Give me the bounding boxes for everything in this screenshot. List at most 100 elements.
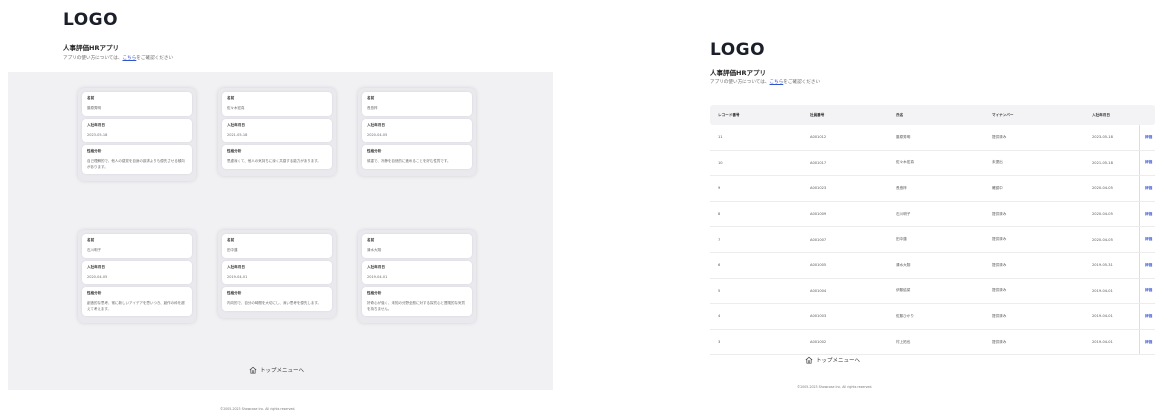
page-subtitle: アプリの使い方については、こちらをご確認ください xyxy=(63,55,173,61)
field-label: 性格分析 xyxy=(227,291,242,295)
table-row[interactable]: 7 A001007 田中蓮 提供済み 2020-04-05 評価 xyxy=(710,227,1155,253)
name-field: 名前 佐々木宏真 xyxy=(222,92,332,116)
employee-card-grid: 名前 藤原秀明 入社年月日 2023-05-18 性格分析 自己理解的で、他人の感覚を自身… xyxy=(78,88,478,358)
cell-record: 11 xyxy=(718,135,723,140)
page-title: 人事評価HRアプリ xyxy=(63,44,119,52)
cell-hire-date: 2020-04-05 xyxy=(1092,212,1113,217)
cell-name: 村上拓也 xyxy=(896,339,911,344)
cell-mynumber: 提供済み xyxy=(992,313,1007,318)
hire-date-field: 入社年月日 2019-04-01 xyxy=(222,260,332,284)
field-value: 2021-05-18 xyxy=(227,132,248,137)
copyright: ©2005-2023 Showcase Inc. All rights rese… xyxy=(220,407,296,411)
cell-name: 藤原秀明 xyxy=(896,134,911,139)
column-header-employee-no[interactable]: 社員番号 xyxy=(810,113,896,118)
cell-record: 6 xyxy=(718,263,721,268)
field-value: 2020-04-05 xyxy=(87,274,108,279)
field-label: 入社年月日 xyxy=(367,122,385,127)
field-label: 入社年月日 xyxy=(227,264,245,269)
cell-mynumber: 提供済み xyxy=(992,262,1007,267)
field-value: 藤原秀明 xyxy=(87,106,101,110)
field-value: 思慮深くて、他人の気持ちに深く共感する能力があります。 xyxy=(227,159,321,163)
field-value: 清水大翔 xyxy=(367,248,381,252)
table-row[interactable]: 10 A001017 佐々木宏真 未提出 2021-05-18 評価 xyxy=(710,150,1155,177)
evaluate-link[interactable]: 評価 xyxy=(1145,160,1152,165)
analysis-field: 性格分析 慎重で、冷静を自然的に進めることを好む性質です。 xyxy=(362,145,472,169)
subtitle-text-after: をご確認ください xyxy=(783,80,821,85)
cell-mynumber: 提供済み xyxy=(992,339,1007,344)
subtitle-text-after: をご確認ください xyxy=(136,56,174,61)
cell-record: 4 xyxy=(718,314,721,319)
table-row[interactable]: 9 A001023 長島梓 確認中 2020-04-05 評価 xyxy=(710,176,1155,202)
column-header-hire-date[interactable]: 入社年月日 xyxy=(1092,113,1139,118)
field-label: 名前 xyxy=(227,96,235,100)
field-value: 創造的な思考、常に新しいアイデアを思いつき、創作の枠を超えて考えます。 xyxy=(87,301,185,311)
logo[interactable]: LOGO xyxy=(63,10,118,30)
table-row[interactable]: 5 A001004 伊藤結菜 提供済み 2019-04-01 評価 xyxy=(710,278,1155,305)
employee-card[interactable]: 名前 藤原秀明 入社年月日 2023-05-18 性格分析 自己理解的で、他人の感覚を自身… xyxy=(78,88,196,181)
name-field: 名前 長島梓 xyxy=(362,92,472,116)
cell-employee-no: A001009 xyxy=(810,212,827,217)
hire-date-field: 入社年月日 2020-04-05 xyxy=(82,260,192,284)
table-row[interactable]: 11 A001012 藤原秀明 提供済み 2023-05-18 評価 xyxy=(710,125,1155,151)
employee-card[interactable]: 名前 長島梓入社年月日 2020-04-05 性格分析 慎重で、冷静を自然的に進めること… xyxy=(358,88,476,176)
copyright: ©2005-2023 Showcase Inc. All rights rese… xyxy=(797,385,873,389)
help-link[interactable]: こちら xyxy=(770,80,784,85)
employee-card[interactable]: 名前 佐々木宏真 入社年月日 2021-05-18 性格分析 思慮深くて、他人の気持ちに深… xyxy=(218,88,336,176)
cell-name: 石川明子 xyxy=(896,211,911,216)
edit-cell: 評価 xyxy=(1139,125,1155,150)
top-menu-link[interactable]: トップメニューへ xyxy=(249,366,304,374)
logo[interactable]: LOGO xyxy=(710,40,765,60)
evaluate-link[interactable]: 評価 xyxy=(1145,135,1152,140)
name-field: 名前 石川明子 xyxy=(82,234,192,258)
edit-cell: 評価 xyxy=(1139,176,1155,201)
evaluate-link[interactable]: 評価 xyxy=(1145,212,1152,217)
cell-hire-date: 2020-04-05 xyxy=(1092,186,1113,191)
cell-mynumber: 提供済み xyxy=(992,211,1007,216)
name-field: 名前 清水大翔 xyxy=(362,234,472,258)
field-value: 2020-04-05 xyxy=(367,132,388,137)
cell-record: 8 xyxy=(718,212,721,217)
cell-name: 田中蓮 xyxy=(896,237,907,242)
employee-card[interactable]: 名前 清水大翔 入社年月日 2019-04-01 性格分析 好奇心が強く、未知の分野全般に… xyxy=(358,230,476,323)
field-label: 名前 xyxy=(227,238,235,242)
column-header-mynumber[interactable]: マイナンバー xyxy=(992,113,1092,118)
field-value: 田中蓮 xyxy=(227,248,238,252)
field-label: 名前 xyxy=(87,96,95,100)
edit-cell: 評価 xyxy=(1139,227,1155,252)
cell-name: 佐藤ひかり xyxy=(896,313,914,318)
table-row[interactable]: 4 A001003 佐藤ひかり 提供済み 2019-04-01 評価 xyxy=(710,304,1155,330)
evaluate-link[interactable]: 評価 xyxy=(1145,288,1152,293)
evaluate-link[interactable]: 評価 xyxy=(1145,237,1152,242)
page-title: 人事評価HRアプリ xyxy=(710,69,766,77)
home-icon xyxy=(805,356,813,364)
field-label: 入社年月日 xyxy=(87,264,105,269)
table-row[interactable]: 3 A001002 村上拓也 提供済み 2019-04-01 評価 xyxy=(710,329,1155,356)
edit-cell: 評価 xyxy=(1139,278,1155,304)
field-label: 性格分析 xyxy=(87,291,102,295)
cell-mynumber: 未提出 xyxy=(992,160,1003,165)
hire-date-field: 入社年月日 2019-04-01 xyxy=(362,260,472,284)
cell-employee-no: A001017 xyxy=(810,160,827,165)
cell-hire-date: 2019-04-01 xyxy=(1092,314,1113,319)
evaluate-link[interactable]: 評価 xyxy=(1145,186,1152,191)
table-row[interactable]: 6 A001005 清水大翔 提供済み 2019-05-31 評価 xyxy=(710,252,1155,279)
cell-mynumber: 提供済み xyxy=(992,288,1007,293)
cell-name: 長島梓 xyxy=(896,185,907,190)
cell-name: 清水大翔 xyxy=(896,262,911,267)
employee-card[interactable]: 名前 田中蓮 入社年月日 2019-04-01 性格分析 内向的で、自分の時間を大切にし、… xyxy=(218,230,336,318)
evaluate-link[interactable]: 評価 xyxy=(1145,263,1152,268)
hire-date-field: 入社年月日 2021-05-18 xyxy=(222,118,332,142)
column-header-record[interactable]: レコード番号 xyxy=(710,113,810,118)
help-link[interactable]: こちら xyxy=(123,56,137,61)
cell-mynumber: 提供済み xyxy=(992,237,1007,242)
edit-cell: 評価 xyxy=(1139,304,1155,329)
table-view-screen: LOGO 人事評価HRアプリ アプリの使い方については、こちらをご確認ください … xyxy=(575,0,1155,417)
top-menu-link[interactable]: トップメニューへ xyxy=(805,356,860,364)
cell-record: 5 xyxy=(718,288,721,293)
table-row[interactable]: 8 A001009 石川明子 提供済み 2020-04-05 評価 xyxy=(710,201,1155,228)
evaluate-link[interactable]: 評価 xyxy=(1145,314,1152,319)
hire-date-field: 入社年月日 2023-05-18 xyxy=(82,118,192,142)
employee-card[interactable]: 名前 石川明子入社年月日 2020-04-05 性格分析創造的な思考、常に新しいアイデ… xyxy=(78,230,196,323)
evaluate-link[interactable]: 評価 xyxy=(1145,340,1152,345)
column-header-name[interactable]: 氏名 xyxy=(896,113,992,118)
